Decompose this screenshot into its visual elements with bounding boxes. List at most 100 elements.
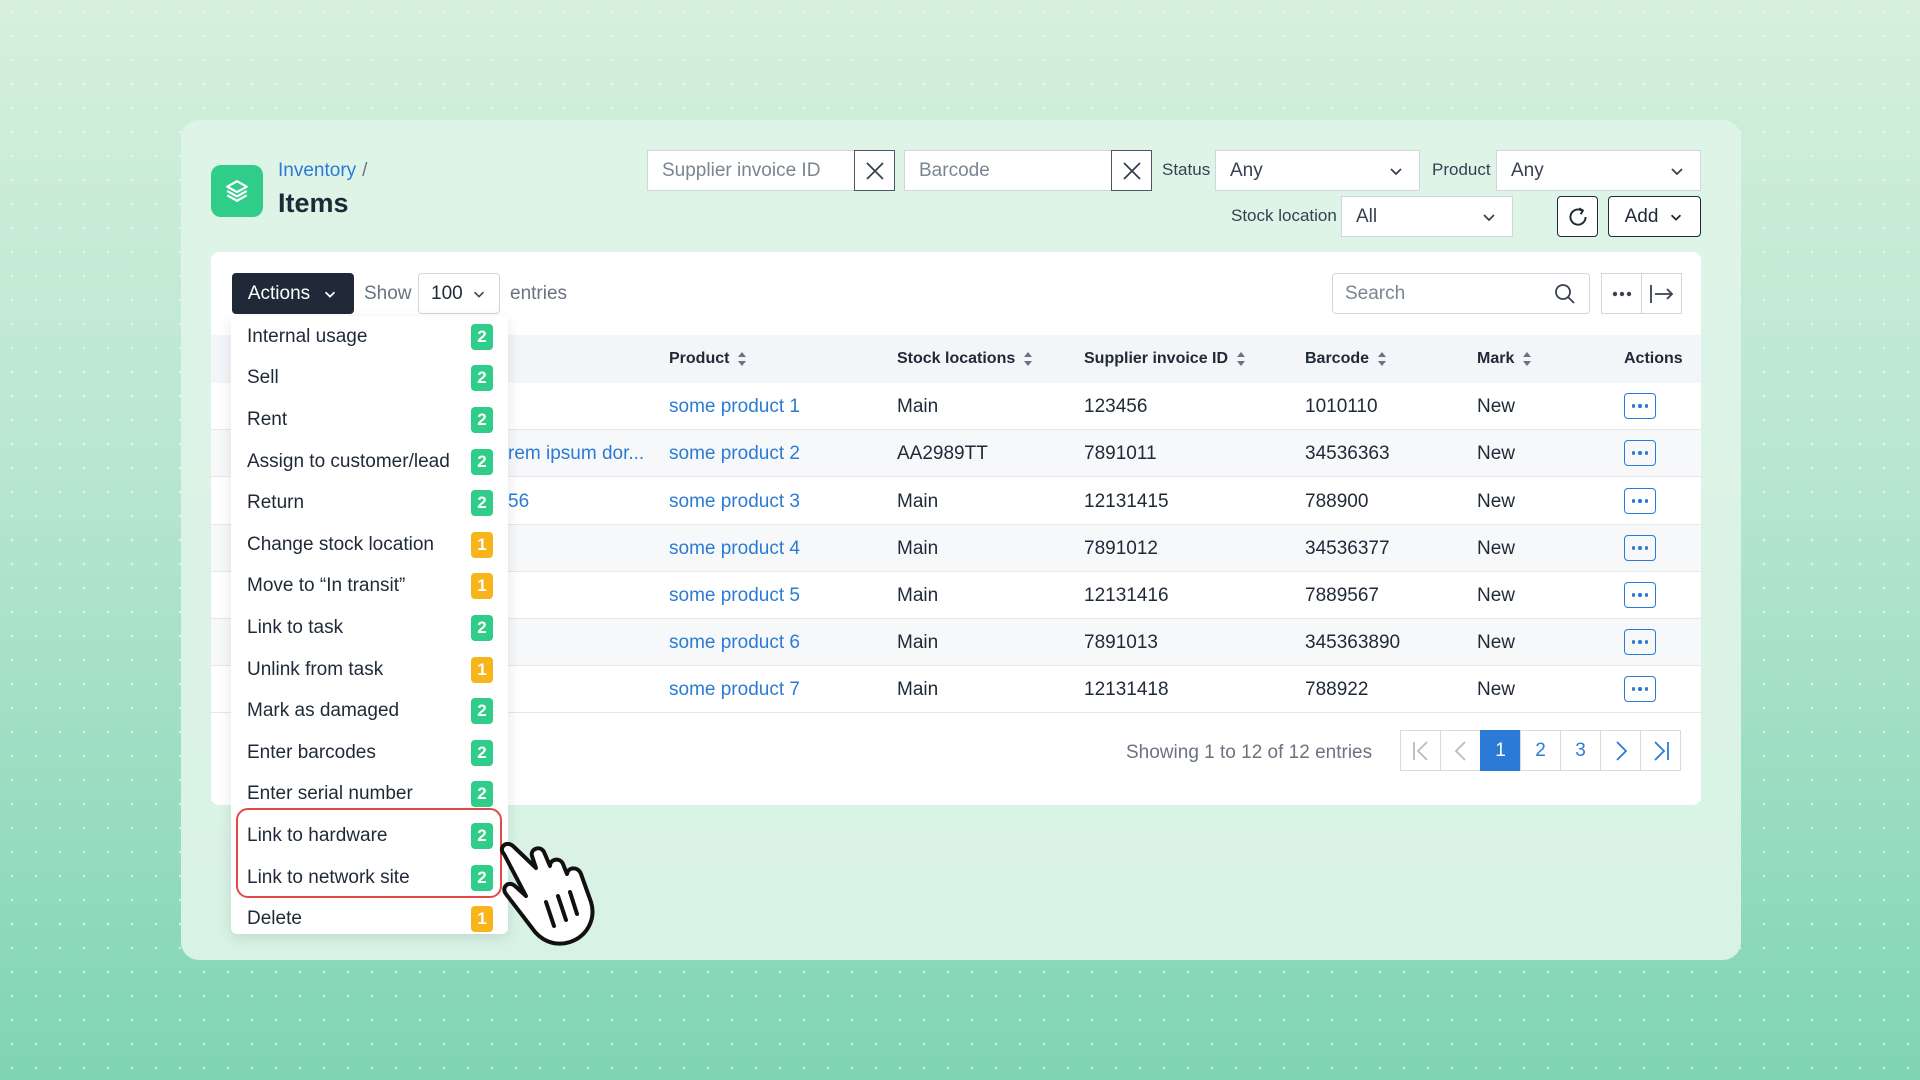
add-button-label: Add [1624, 205, 1659, 227]
supplier-invoice-input[interactable]: Supplier invoice ID [647, 150, 855, 191]
export-button[interactable] [1641, 273, 1682, 314]
row-actions-button[interactable] [1624, 393, 1656, 419]
menu-item[interactable]: Unlink from task 1 [231, 649, 508, 691]
previous-page-button[interactable] [1440, 730, 1481, 771]
cell-partial[interactable]: rem ipsum dor... [508, 430, 644, 477]
cell-product-link[interactable]: some product 3 [669, 478, 800, 525]
menu-item[interactable]: Return 2 [231, 482, 508, 524]
column-header-label: Barcode [1305, 350, 1370, 367]
menu-item[interactable]: Assign to customer/lead 2 [231, 441, 508, 483]
column-header-mark[interactable]: Mark [1477, 335, 1532, 383]
menu-item-count-badge: 2 [471, 448, 493, 475]
cell-product-link[interactable]: some product 6 [669, 619, 800, 666]
first-page-button[interactable] [1400, 730, 1441, 771]
column-header-label: Supplier invoice ID [1084, 350, 1229, 367]
barcode-input[interactable]: Barcode [904, 150, 1112, 191]
sort-icon [1378, 352, 1387, 366]
entries-per-page-select[interactable]: 100 [418, 273, 500, 314]
menu-item-label: Change stock location [247, 533, 434, 555]
next-page-button[interactable] [1600, 730, 1641, 771]
stock-location-label: Stock location [1231, 206, 1337, 225]
layers-logo-icon [211, 165, 263, 217]
row-actions-button[interactable] [1624, 629, 1656, 655]
cell-barcode: 34536363 [1305, 442, 1390, 464]
menu-item[interactable]: Rent 2 [231, 399, 508, 441]
menu-item-count-badge: 1 [471, 656, 493, 683]
highlight-box [236, 808, 502, 898]
status-label: Status [1162, 160, 1211, 179]
menu-item[interactable]: Internal usage 2 [231, 316, 508, 358]
cell-supplier-invoice: 7891013 [1084, 631, 1158, 653]
chevron-down-icon [1483, 213, 1495, 221]
chevron-down-icon [325, 291, 336, 298]
menu-item-count-badge: 2 [471, 781, 493, 808]
cell-product-link[interactable]: some product 2 [669, 430, 800, 477]
actions-dropdown-button[interactable]: Actions [232, 273, 354, 314]
menu-item-label: Delete [247, 908, 302, 930]
menu-item-count-badge: 2 [471, 698, 493, 725]
cell-partial[interactable]: 56 [508, 478, 529, 525]
search-input[interactable]: Search [1332, 273, 1590, 314]
clear-barcode-button[interactable] [1111, 150, 1152, 191]
menu-item-label: Unlink from task [247, 658, 384, 680]
menu-item[interactable]: Enter barcodes 2 [231, 732, 508, 774]
status-select[interactable]: Any [1215, 150, 1420, 191]
product-select-value: Any [1511, 159, 1544, 181]
page-button-2[interactable]: 2 [1520, 730, 1561, 771]
cell-product-link[interactable]: some product 1 [669, 383, 800, 430]
menu-item[interactable]: Delete 1 [231, 898, 508, 940]
menu-item-label: Sell [247, 367, 279, 389]
entries-per-page-value: 100 [431, 282, 463, 304]
menu-item-label: Link to task [247, 616, 344, 638]
column-header-stock-locations[interactable]: Stock locations [897, 335, 1033, 383]
column-header-barcode[interactable]: Barcode [1305, 335, 1387, 383]
cell-supplier-invoice: 12131415 [1084, 490, 1169, 512]
more-options-button[interactable] [1601, 273, 1642, 314]
cell-mark: New [1477, 395, 1516, 417]
cell-stock-location: Main [897, 537, 939, 559]
column-header-product[interactable]: Product [669, 335, 747, 383]
row-actions-button[interactable] [1624, 440, 1656, 466]
chevron-down-icon [1671, 167, 1683, 175]
menu-item[interactable]: Sell 2 [231, 358, 508, 400]
page-button-3[interactable]: 3 [1560, 730, 1601, 771]
cell-product-link[interactable]: some product 7 [669, 666, 800, 713]
last-page-button[interactable] [1640, 730, 1681, 771]
add-button[interactable]: Add [1608, 196, 1701, 237]
cell-supplier-invoice: 123456 [1084, 395, 1148, 417]
page-title: Items [278, 188, 349, 218]
column-header-actions: Actions [1624, 350, 1683, 367]
stock-location-select-value: All [1356, 205, 1378, 227]
menu-item-count-badge: 2 [471, 323, 493, 350]
search-placeholder: Search [1345, 282, 1406, 304]
cell-barcode: 7889567 [1305, 584, 1379, 606]
menu-item[interactable]: Change stock location 1 [231, 524, 508, 566]
show-label: Show [364, 283, 412, 304]
stock-location-select[interactable]: All [1341, 196, 1513, 237]
cell-barcode: 34536377 [1305, 537, 1390, 559]
menu-item[interactable]: Link to task 2 [231, 607, 508, 649]
refresh-icon [1568, 206, 1587, 226]
clear-supplier-invoice-button[interactable] [854, 150, 895, 191]
close-icon [865, 161, 884, 180]
menu-item[interactable]: Move to “In transit” 1 [231, 566, 508, 608]
cell-product-link[interactable]: some product 5 [669, 572, 800, 619]
page-button-1[interactable]: 1 [1480, 730, 1521, 771]
more-horizontal-icon [1612, 291, 1631, 296]
row-actions-button[interactable] [1624, 535, 1656, 561]
column-header-supplier-invoice[interactable]: Supplier invoice ID [1084, 335, 1246, 383]
row-actions-button[interactable] [1624, 582, 1656, 608]
menu-item[interactable]: Mark as damaged 2 [231, 690, 508, 732]
refresh-button[interactable] [1557, 196, 1598, 237]
row-actions-button[interactable] [1624, 488, 1656, 514]
cell-barcode: 345363890 [1305, 631, 1401, 653]
breadcrumb-inventory-link[interactable]: Inventory [278, 160, 356, 181]
menu-item-count-badge: 1 [471, 573, 493, 600]
cell-barcode: 788922 [1305, 678, 1369, 700]
product-select[interactable]: Any [1496, 150, 1701, 191]
cell-mark: New [1477, 584, 1516, 606]
cell-product-link[interactable]: some product 4 [669, 525, 800, 572]
menu-item-label: Internal usage [247, 325, 368, 347]
sort-icon [1523, 352, 1532, 366]
row-actions-button[interactable] [1624, 676, 1656, 702]
